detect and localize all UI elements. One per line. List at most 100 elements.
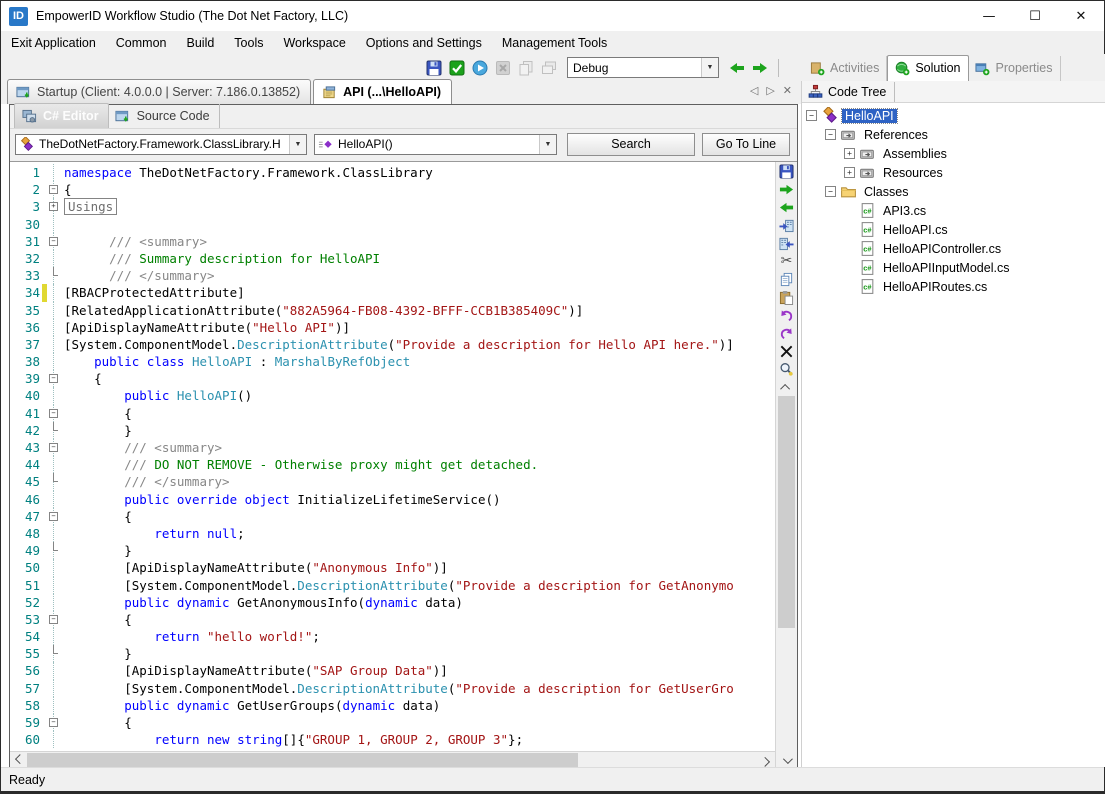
- tree-node-label[interactable]: HelloAPI: [842, 109, 897, 123]
- code-area: 1 namespace TheDotNetFactory.Framework.C…: [10, 161, 797, 768]
- tree-node-label[interactable]: API3.cs: [880, 204, 929, 218]
- horizontal-scrollbar[interactable]: [10, 751, 775, 768]
- code-line: 42 }: [10, 422, 775, 439]
- copy-button[interactable]: [778, 270, 796, 288]
- tab-properties[interactable]: Properties: [969, 56, 1061, 81]
- menu-item-workspace[interactable]: Workspace: [273, 33, 355, 53]
- tree-node-label[interactable]: HelloAPIInputModel.cs: [880, 261, 1012, 275]
- close-button[interactable]: ✕: [1058, 1, 1104, 31]
- tree-node-helloapiroutes-cs[interactable]: c# HelloAPIRoutes.cs: [806, 277, 1105, 296]
- line-number: 60: [10, 731, 40, 748]
- back-arrow-icon[interactable]: [728, 59, 746, 77]
- tree-node-label[interactable]: References: [861, 128, 931, 142]
- tree-node-helloapi-cs[interactable]: c# HelloAPI.cs: [806, 220, 1105, 239]
- tree-node-label[interactable]: HelloAPI.cs: [880, 223, 951, 237]
- class-combo-dropdown-icon[interactable]: ▼: [289, 135, 306, 154]
- tree-node-classes[interactable]: − Classes: [806, 182, 1105, 201]
- cut-button[interactable]: ✂: [778, 252, 796, 270]
- fold-margin: −: [47, 181, 61, 198]
- fold-collapse-icon[interactable]: −: [49, 615, 58, 624]
- fold-collapse-icon[interactable]: −: [49, 718, 58, 727]
- code-line-text: {: [61, 405, 132, 422]
- maximize-button[interactable]: ☐: [1012, 1, 1058, 31]
- fold-collapse-icon[interactable]: −: [49, 237, 58, 246]
- scroll-left-icon[interactable]: [10, 752, 27, 769]
- tab-code-tree[interactable]: Code Tree: [802, 82, 895, 102]
- menu-item-management-tools[interactable]: Management Tools: [492, 33, 617, 53]
- redo-button[interactable]: [778, 324, 796, 342]
- tab-solution[interactable]: Solution: [887, 55, 968, 81]
- line-number: 46: [10, 491, 40, 508]
- fold-expand-icon[interactable]: +: [49, 202, 58, 211]
- org-chart-icon: [808, 84, 823, 99]
- fold-collapse-icon[interactable]: −: [49, 374, 58, 383]
- preview-button[interactable]: [778, 360, 796, 378]
- horizontal-scrollbar-thumb[interactable]: [27, 753, 578, 768]
- line-number: 54: [10, 628, 40, 645]
- fold-collapse-icon[interactable]: −: [49, 443, 58, 452]
- tree-node-label[interactable]: HelloAPIController.cs: [880, 242, 1004, 256]
- run-icon[interactable]: [471, 59, 489, 77]
- vertical-scrollbar-thumb[interactable]: [778, 396, 795, 628]
- search-button[interactable]: Search: [567, 133, 695, 156]
- toolbar-separator: [778, 59, 779, 77]
- code-text[interactable]: 1 namespace TheDotNetFactory.Framework.C…: [10, 162, 775, 751]
- tree-node-references[interactable]: − References: [806, 125, 1105, 144]
- code-line-text: [System.ComponentModel.DescriptionAttrib…: [61, 577, 734, 594]
- fold-margin: [47, 577, 61, 594]
- forward-arrow-icon[interactable]: [751, 59, 769, 77]
- tree-node-assemblies[interactable]: + Assemblies: [806, 144, 1105, 163]
- doc-tab-startup[interactable]: Startup (Client: 4.0.0.0 | Server: 7.186…: [7, 79, 311, 104]
- fold-collapse-icon[interactable]: −: [49, 185, 58, 194]
- tree-node-helloapi[interactable]: − HelloAPI: [806, 106, 1105, 125]
- minimize-button[interactable]: —: [966, 1, 1012, 31]
- delete-button[interactable]: [778, 342, 796, 360]
- paste-button[interactable]: [778, 288, 796, 306]
- tree-node-helloapicontroller-cs[interactable]: c# HelloAPIController.cs: [806, 239, 1105, 258]
- scroll-tabs-left-icon[interactable]: ◁: [750, 84, 758, 97]
- undo-button[interactable]: [778, 306, 796, 324]
- forward-arrow-button[interactable]: [778, 180, 796, 198]
- tree-expander-plus-icon[interactable]: +: [844, 148, 855, 159]
- menu-item-build[interactable]: Build: [177, 33, 225, 53]
- tree-node-helloapiinputmodel-cs[interactable]: c# HelloAPIInputModel.cs: [806, 258, 1105, 277]
- tree-node-label[interactable]: Assemblies: [880, 147, 950, 161]
- member-selector-combo[interactable]: HelloAPI() ▼: [314, 134, 557, 155]
- vertical-scrollbar[interactable]: [778, 380, 795, 768]
- build-config-combo[interactable]: Debug ▼: [567, 57, 719, 78]
- tree-expander-minus-icon[interactable]: −: [806, 110, 817, 121]
- menu-item-exit-application[interactable]: Exit Application: [1, 33, 106, 53]
- fold-collapse-icon[interactable]: −: [49, 512, 58, 521]
- tree-expander-plus-icon[interactable]: +: [844, 167, 855, 178]
- editor-tab-source-code[interactable]: Source Code: [109, 104, 220, 128]
- editor-tab-c-editor[interactable]: C# Editor: [14, 103, 109, 128]
- scroll-down-icon[interactable]: [778, 753, 795, 768]
- menu-item-options-and-settings[interactable]: Options and Settings: [356, 33, 492, 53]
- tree-node-api3-cs[interactable]: c# API3.cs: [806, 201, 1105, 220]
- fold-collapse-icon[interactable]: −: [49, 409, 58, 418]
- tree-node-label[interactable]: Resources: [880, 166, 946, 180]
- tree-expander-minus-icon[interactable]: −: [825, 129, 836, 140]
- member-combo-dropdown-icon[interactable]: ▼: [539, 135, 556, 154]
- close-tab-icon[interactable]: ✕: [783, 84, 792, 97]
- validate-icon[interactable]: [448, 59, 466, 77]
- tab-activities[interactable]: Activities: [803, 56, 887, 81]
- goto-prev-button[interactable]: [778, 234, 796, 252]
- go-to-line-button[interactable]: Go To Line: [702, 133, 790, 156]
- tree-expander-minus-icon[interactable]: −: [825, 186, 836, 197]
- menu-item-common[interactable]: Common: [106, 33, 177, 53]
- back-arrow-button[interactable]: [778, 198, 796, 216]
- scroll-up-icon[interactable]: [778, 380, 795, 395]
- tree-node-label[interactable]: HelloAPIRoutes.cs: [880, 280, 990, 294]
- class-selector-combo[interactable]: TheDotNetFactory.Framework.ClassLibrary.…: [15, 134, 307, 155]
- save-button[interactable]: [778, 162, 796, 180]
- build-config-dropdown-icon[interactable]: ▼: [701, 58, 718, 77]
- goto-next-button[interactable]: [778, 216, 796, 234]
- menu-item-tools[interactable]: Tools: [224, 33, 273, 53]
- scroll-right-icon[interactable]: [758, 752, 775, 769]
- tree-node-resources[interactable]: + Resources: [806, 163, 1105, 182]
- save-icon[interactable]: [425, 59, 443, 77]
- scroll-tabs-right-icon[interactable]: ▷: [766, 84, 774, 97]
- doc-tab-api[interactable]: API (...\HelloAPI): [313, 79, 452, 104]
- tree-node-label[interactable]: Classes: [861, 185, 911, 199]
